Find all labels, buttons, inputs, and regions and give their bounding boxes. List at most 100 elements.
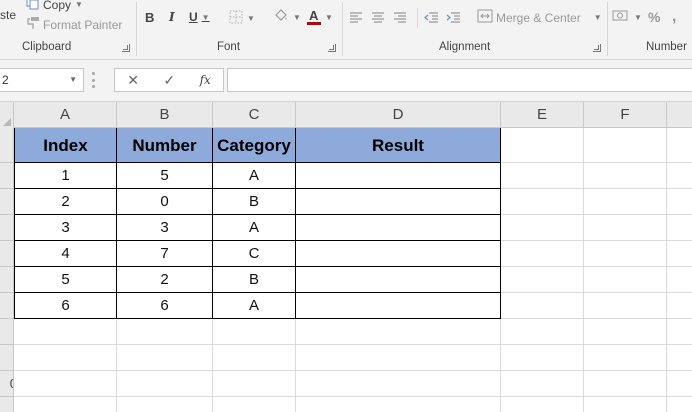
accounting-dropdown-icon[interactable]: ▼ — [634, 13, 642, 22]
table-cell[interactable]: A — [213, 163, 296, 189]
alignment-launcher-icon[interactable] — [593, 44, 601, 52]
select-all-button[interactable] — [0, 102, 14, 128]
copy-dropdown-icon[interactable]: ▼ — [75, 0, 83, 9]
align-left-button[interactable] — [349, 12, 363, 27]
column-header-b[interactable]: B — [117, 102, 213, 128]
row-header[interactable] — [0, 293, 14, 319]
table-cell[interactable]: C — [213, 241, 296, 267]
name-box[interactable]: 2 ▼ — [0, 68, 84, 92]
column-header-g[interactable] — [667, 102, 692, 128]
grid-cell[interactable] — [501, 345, 584, 371]
grid-cell[interactable] — [501, 128, 584, 163]
font-color-dropdown-icon[interactable]: ▼ — [325, 13, 333, 22]
row-header[interactable]: 0 — [0, 371, 14, 397]
row-header[interactable] — [0, 215, 14, 241]
table-cell[interactable] — [296, 267, 501, 293]
column-header-f[interactable]: F — [584, 102, 667, 128]
row-header[interactable] — [0, 319, 14, 345]
grid-cell[interactable] — [501, 371, 584, 397]
underline-dropdown-icon[interactable]: ▼ — [202, 13, 210, 22]
grid-cell[interactable] — [501, 293, 584, 319]
grid-cell[interactable] — [584, 371, 667, 397]
row-header[interactable] — [0, 241, 14, 267]
underline-button[interactable]: U ▼ — [189, 10, 210, 24]
grid-cell[interactable] — [296, 371, 501, 397]
table-cell[interactable]: 6 — [117, 293, 213, 319]
table-cell[interactable] — [296, 293, 501, 319]
insert-function-icon[interactable]: fx — [200, 73, 211, 87]
table-cell[interactable]: 3 — [14, 215, 117, 241]
column-header-a[interactable]: A — [14, 102, 117, 128]
grid-cell[interactable] — [667, 293, 692, 319]
row-header[interactable] — [0, 128, 14, 163]
grid-cell[interactable] — [584, 128, 667, 163]
grid-cell[interactable] — [14, 397, 117, 412]
accounting-format-button[interactable]: ▼ — [612, 9, 642, 26]
grid-cell[interactable] — [584, 163, 667, 189]
table-header-cell[interactable]: Result — [296, 128, 501, 163]
grid-cell[interactable] — [296, 397, 501, 412]
grid-cell[interactable] — [501, 163, 584, 189]
column-header-c[interactable]: C — [213, 102, 296, 128]
copy-button[interactable]: Copy ▼ — [26, 0, 83, 13]
bold-button[interactable]: B — [145, 10, 154, 25]
borders-dropdown-icon[interactable]: ▼ — [247, 14, 255, 23]
grid-cell[interactable] — [501, 319, 584, 345]
grid-cell[interactable] — [584, 267, 667, 293]
grid-cell[interactable] — [501, 397, 584, 412]
table-cell[interactable]: 3 — [117, 215, 213, 241]
table-cell[interactable]: 4 — [14, 241, 117, 267]
grid-cell[interactable] — [667, 163, 692, 189]
grid-cell[interactable] — [296, 319, 501, 345]
comma-style-button[interactable]: , — [672, 8, 676, 26]
grid-cell[interactable] — [213, 319, 296, 345]
font-color-button[interactable]: A ▼ — [307, 8, 333, 26]
table-cell[interactable]: 6 — [14, 293, 117, 319]
grid-cell[interactable] — [501, 189, 584, 215]
grid-cell[interactable] — [117, 397, 213, 412]
column-header-e[interactable]: E — [501, 102, 584, 128]
grid-cell[interactable] — [117, 319, 213, 345]
table-cell[interactable]: B — [213, 189, 296, 215]
percent-button[interactable]: % — [648, 9, 660, 25]
grid-cell[interactable] — [213, 371, 296, 397]
increase-indent-button[interactable] — [445, 12, 461, 27]
table-cell[interactable]: 2 — [117, 267, 213, 293]
table-cell[interactable] — [296, 241, 501, 267]
row-header[interactable] — [0, 189, 14, 215]
grid-cell[interactable] — [584, 215, 667, 241]
table-cell[interactable]: 7 — [117, 241, 213, 267]
grid-cell[interactable] — [584, 241, 667, 267]
table-cell[interactable]: A — [213, 215, 296, 241]
table-cell[interactable] — [296, 163, 501, 189]
enter-icon[interactable]: ✓ — [163, 72, 175, 89]
grid-cell[interactable] — [667, 215, 692, 241]
formula-bar-resize-handle[interactable] — [92, 72, 96, 88]
align-center-button[interactable] — [371, 12, 385, 27]
table-cell[interactable] — [296, 189, 501, 215]
grid-cell[interactable] — [667, 345, 692, 371]
row-header[interactable] — [0, 345, 14, 371]
column-header-d[interactable]: D — [296, 102, 501, 128]
grid-cell[interactable] — [296, 345, 501, 371]
grid-cell[interactable] — [14, 319, 117, 345]
grid-cell[interactable] — [14, 345, 117, 371]
grid-cell[interactable] — [667, 397, 692, 412]
grid-cell[interactable] — [117, 345, 213, 371]
table-cell[interactable]: 5 — [14, 267, 117, 293]
table-cell[interactable]: 1 — [14, 163, 117, 189]
grid-cell[interactable] — [501, 241, 584, 267]
grid-cell[interactable] — [667, 267, 692, 293]
grid-cell[interactable] — [667, 128, 692, 163]
grid-cell[interactable] — [213, 397, 296, 412]
font-launcher-icon[interactable] — [328, 44, 336, 52]
grid-cell[interactable] — [584, 189, 667, 215]
grid-cell[interactable] — [213, 345, 296, 371]
grid-cell[interactable] — [501, 267, 584, 293]
row-header[interactable] — [0, 397, 14, 412]
clipboard-launcher-icon[interactable] — [122, 44, 130, 52]
table-header-cell[interactable]: Category — [213, 128, 296, 163]
align-right-button[interactable] — [393, 12, 407, 27]
grid-cell[interactable] — [667, 319, 692, 345]
italic-button[interactable]: I — [169, 10, 175, 24]
